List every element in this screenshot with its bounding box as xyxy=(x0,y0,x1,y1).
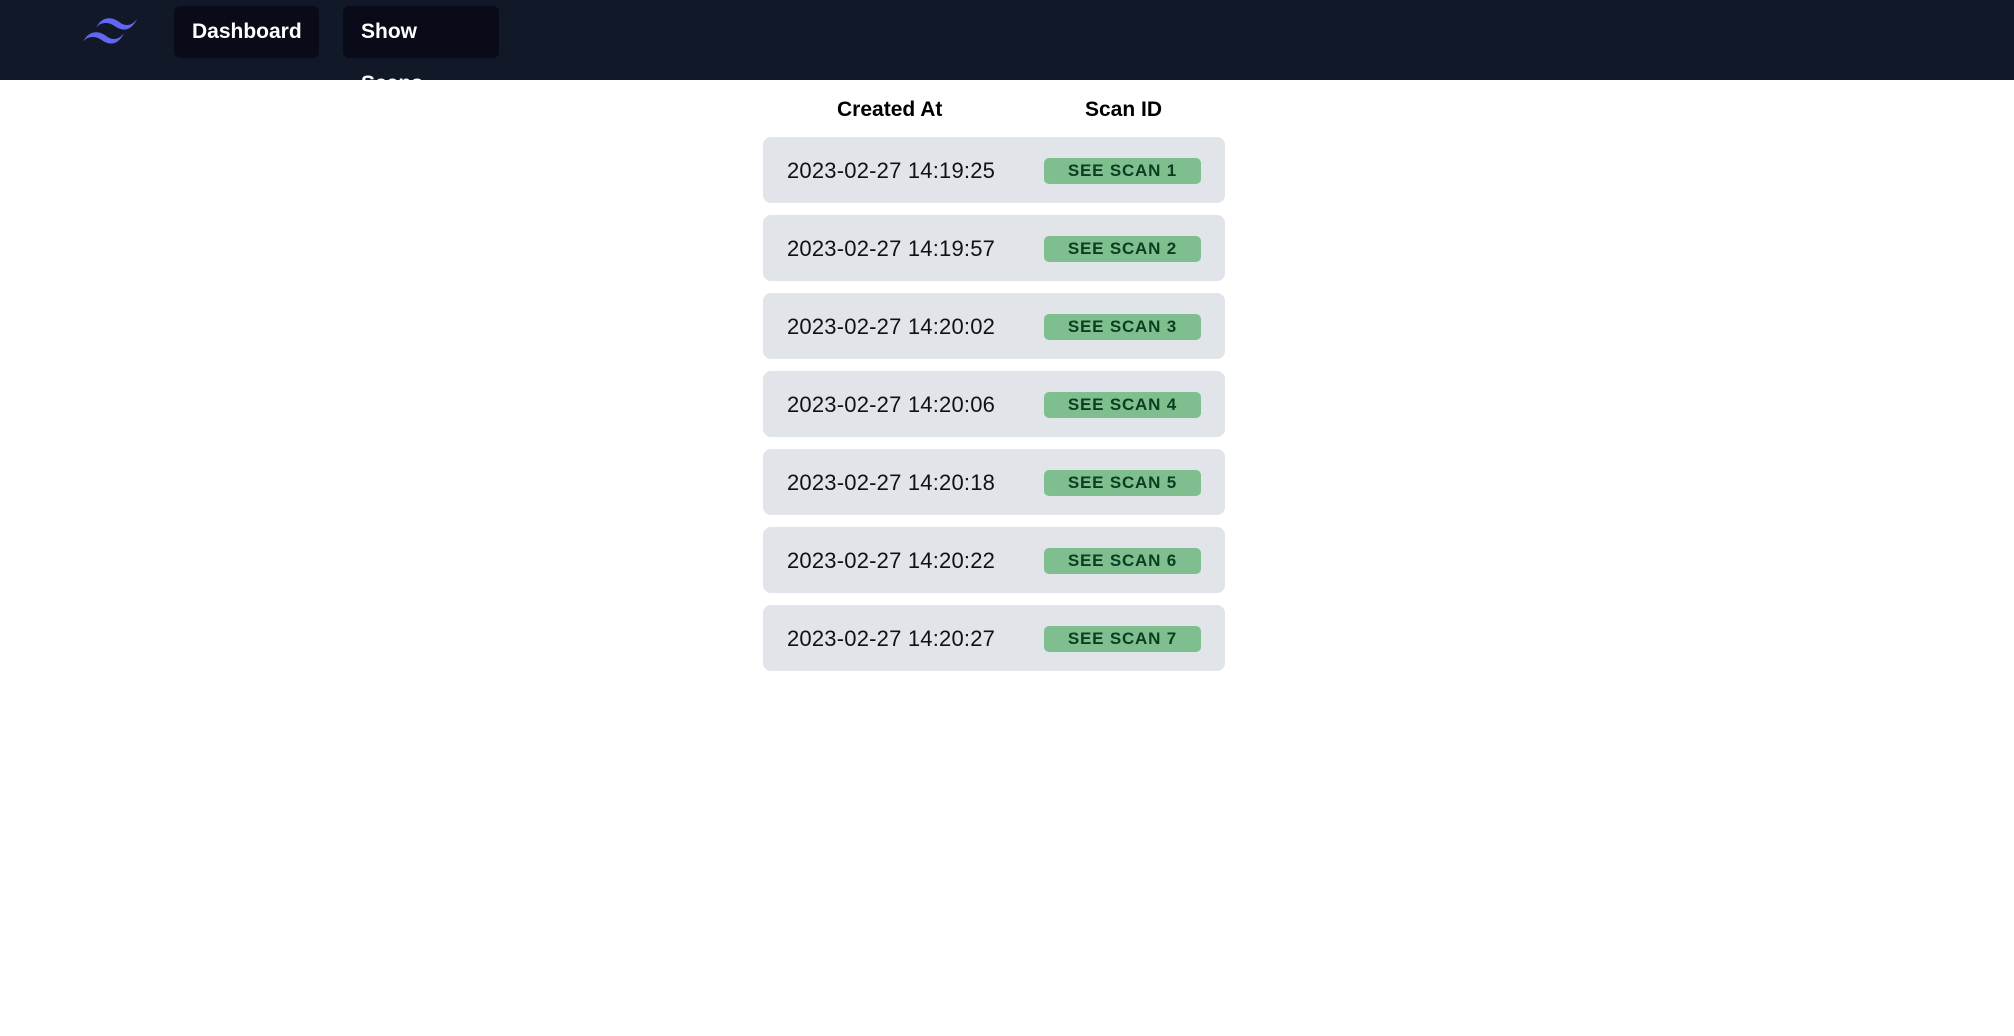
column-header-scan-id: Scan ID xyxy=(1085,98,1163,121)
tailwind-wave-logo-icon[interactable] xyxy=(82,15,138,49)
table-row: 2023-02-27 14:20:22 SEE SCAN 6 xyxy=(763,527,1225,593)
see-scan-button[interactable]: SEE SCAN 6 xyxy=(1043,548,1201,574)
show-scans-button[interactable]: Show Scans xyxy=(343,6,499,95)
table-row: 2023-02-27 14:20:27 SEE SCAN 7 xyxy=(763,605,1225,671)
table-row: 2023-02-27 14:19:57 SEE SCAN 2 xyxy=(763,215,1225,281)
table-row: 2023-02-27 14:20:06 SEE SCAN 4 xyxy=(763,371,1225,437)
created-at-cell: 2023-02-27 14:20:22 xyxy=(787,548,996,573)
created-at-cell: 2023-02-27 14:19:25 xyxy=(787,158,996,183)
table-row: 2023-02-27 14:20:18 SEE SCAN 5 xyxy=(763,449,1225,515)
column-header-created-at: Created At xyxy=(837,98,943,121)
created-at-cell: 2023-02-27 14:20:18 xyxy=(787,470,996,495)
top-navbar: Dashboard Show Scans xyxy=(0,0,2014,95)
table-row: 2023-02-27 14:19:25 SEE SCAN 1 xyxy=(763,137,1225,203)
table-row: 2023-02-27 14:20:02 SEE SCAN 3 xyxy=(763,293,1225,359)
scans-table: Created At Scan ID 2023-02-27 14:19:25 S… xyxy=(763,80,1225,671)
see-scan-button[interactable]: SEE SCAN 1 xyxy=(1043,158,1201,184)
see-scan-button[interactable]: SEE SCAN 2 xyxy=(1043,236,1201,262)
created-at-cell: 2023-02-27 14:20:02 xyxy=(787,314,996,339)
see-scan-button[interactable]: SEE SCAN 4 xyxy=(1043,392,1201,418)
see-scan-button[interactable]: SEE SCAN 3 xyxy=(1043,314,1201,340)
see-scan-button[interactable]: SEE SCAN 5 xyxy=(1043,470,1201,496)
dashboard-button[interactable]: Dashboard xyxy=(174,6,319,58)
created-at-cell: 2023-02-27 14:20:06 xyxy=(787,392,996,417)
table-header: Created At Scan ID xyxy=(763,80,1225,136)
see-scan-button[interactable]: SEE SCAN 7 xyxy=(1043,626,1201,652)
created-at-cell: 2023-02-27 14:19:57 xyxy=(787,236,996,261)
created-at-cell: 2023-02-27 14:20:27 xyxy=(787,626,996,651)
